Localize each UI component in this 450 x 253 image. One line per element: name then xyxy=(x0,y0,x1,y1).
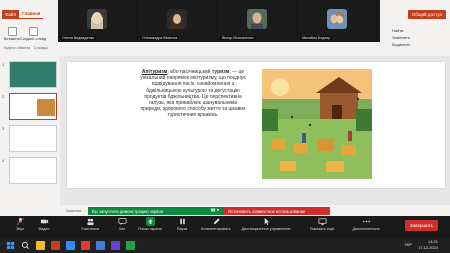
participant-avatar xyxy=(87,9,107,29)
share-screen-icon xyxy=(145,217,155,226)
slide-canvas[interactable] xyxy=(67,62,445,188)
paste-icon xyxy=(7,27,17,36)
powerpoint-icon[interactable] xyxy=(51,241,60,250)
participant-avatar xyxy=(167,9,187,29)
paste-button[interactable]: Вставить xyxy=(3,22,21,46)
thumb-number: 1 xyxy=(2,62,5,67)
chat-icon xyxy=(118,217,126,226)
thumb-number: 4 xyxy=(2,158,5,163)
thumb-image xyxy=(37,99,55,116)
tab-home[interactable]: Главная xyxy=(19,9,44,19)
windows-start-icon[interactable] xyxy=(6,241,15,250)
participant-name: Віктор Москаленко xyxy=(220,36,256,40)
video-tile[interactable]: Олена Ведмеденко xyxy=(58,0,138,42)
share-controls-icon[interactable]: ▮▮ ● xyxy=(206,207,224,215)
viber-icon[interactable] xyxy=(111,241,120,250)
slide-thumbnail[interactable] xyxy=(9,157,57,184)
screen-share-banner: Вы запустили демонстрацию экрана ▮▮ ● Ос… xyxy=(88,207,388,215)
file-explorer-icon[interactable] xyxy=(36,241,45,250)
stop-share-button[interactable]: Остановить совместное использование xyxy=(224,207,330,215)
search-icon[interactable] xyxy=(21,241,30,250)
clock-date: 17.12.2024 xyxy=(417,244,438,250)
more-options-button[interactable]: Дополнительно xyxy=(346,217,386,231)
participant-name: Олександра Ветична xyxy=(140,36,180,40)
remote-control-button[interactable]: Дистанционное управление xyxy=(241,217,291,231)
camera-icon xyxy=(40,219,48,224)
slide-thumbnail[interactable] xyxy=(9,125,57,152)
language-indicator[interactable]: УКР xyxy=(404,242,412,247)
more-dots-icon xyxy=(362,220,370,223)
video-strip: Олена Ведмеденко Олександра Ветична Вікт… xyxy=(58,0,380,42)
tab-file[interactable]: Файл xyxy=(2,9,20,19)
slide-body: , — це унікальний напрямок екотуризму, щ… xyxy=(140,69,246,119)
group-slides: Слайды xyxy=(33,46,48,50)
cursor-icon xyxy=(264,217,269,226)
slide-thumbnail-selected[interactable] xyxy=(9,93,57,120)
participant-name: Олена Ведмеденко xyxy=(60,36,97,40)
video-tile[interactable]: Віктор Москаленко xyxy=(218,0,298,42)
group-clipboard: Буфер обмена xyxy=(4,46,30,50)
find-button[interactable]: Найти xyxy=(392,28,403,33)
zoom-icon[interactable] xyxy=(66,241,75,250)
share-button[interactable]: Общий доступ xyxy=(407,10,446,19)
opera-icon[interactable] xyxy=(81,241,90,250)
participant-avatar xyxy=(247,9,267,29)
thumb-number: 2 xyxy=(2,94,5,99)
excel-icon[interactable] xyxy=(126,241,135,250)
slide-thumbnail[interactable] xyxy=(9,61,57,88)
replace-button[interactable]: Заменить xyxy=(392,35,410,40)
participant-name: Михайло Бодняр xyxy=(300,36,333,40)
word-icon[interactable] xyxy=(96,241,105,250)
zoom-toolbar: Звук Видео Участники Чат Показ экрана Па… xyxy=(0,216,450,238)
system-clock[interactable]: 14:21 17.12.2024 xyxy=(418,239,438,250)
slide-thumbnails: 1 2 3 4 xyxy=(0,56,60,216)
participant-avatar xyxy=(327,9,347,29)
thumb-number: 3 xyxy=(2,126,5,131)
video-tile[interactable]: Олександра Ветична xyxy=(138,0,218,42)
people-icon xyxy=(86,218,94,226)
new-slide-icon xyxy=(28,27,38,36)
new-slide-button[interactable]: Создать слайд xyxy=(20,22,46,46)
ribbon-group-labels: Буфер обмена Слайды xyxy=(0,46,450,53)
video-button[interactable]: Видео xyxy=(24,217,64,231)
annotate-button[interactable]: Комментировать xyxy=(196,217,236,231)
slide-text-box[interactable]: Апітуризм, або пасічницький туризм, — це… xyxy=(138,69,248,119)
show-more-button[interactable]: Показать ещё xyxy=(302,217,342,231)
sharing-status: Вы запустили демонстрацию экрана xyxy=(88,207,206,215)
pencil-icon xyxy=(213,218,220,225)
end-meeting-button[interactable]: Завершить xyxy=(404,220,438,231)
apiary-illustration[interactable] xyxy=(262,69,372,179)
windows-taskbar: УКР 14:21 17.12.2024 xyxy=(0,238,450,253)
pause-icon xyxy=(179,218,185,225)
screen-icon xyxy=(318,218,326,226)
video-tile[interactable]: Михайло Бодняр xyxy=(298,0,378,42)
